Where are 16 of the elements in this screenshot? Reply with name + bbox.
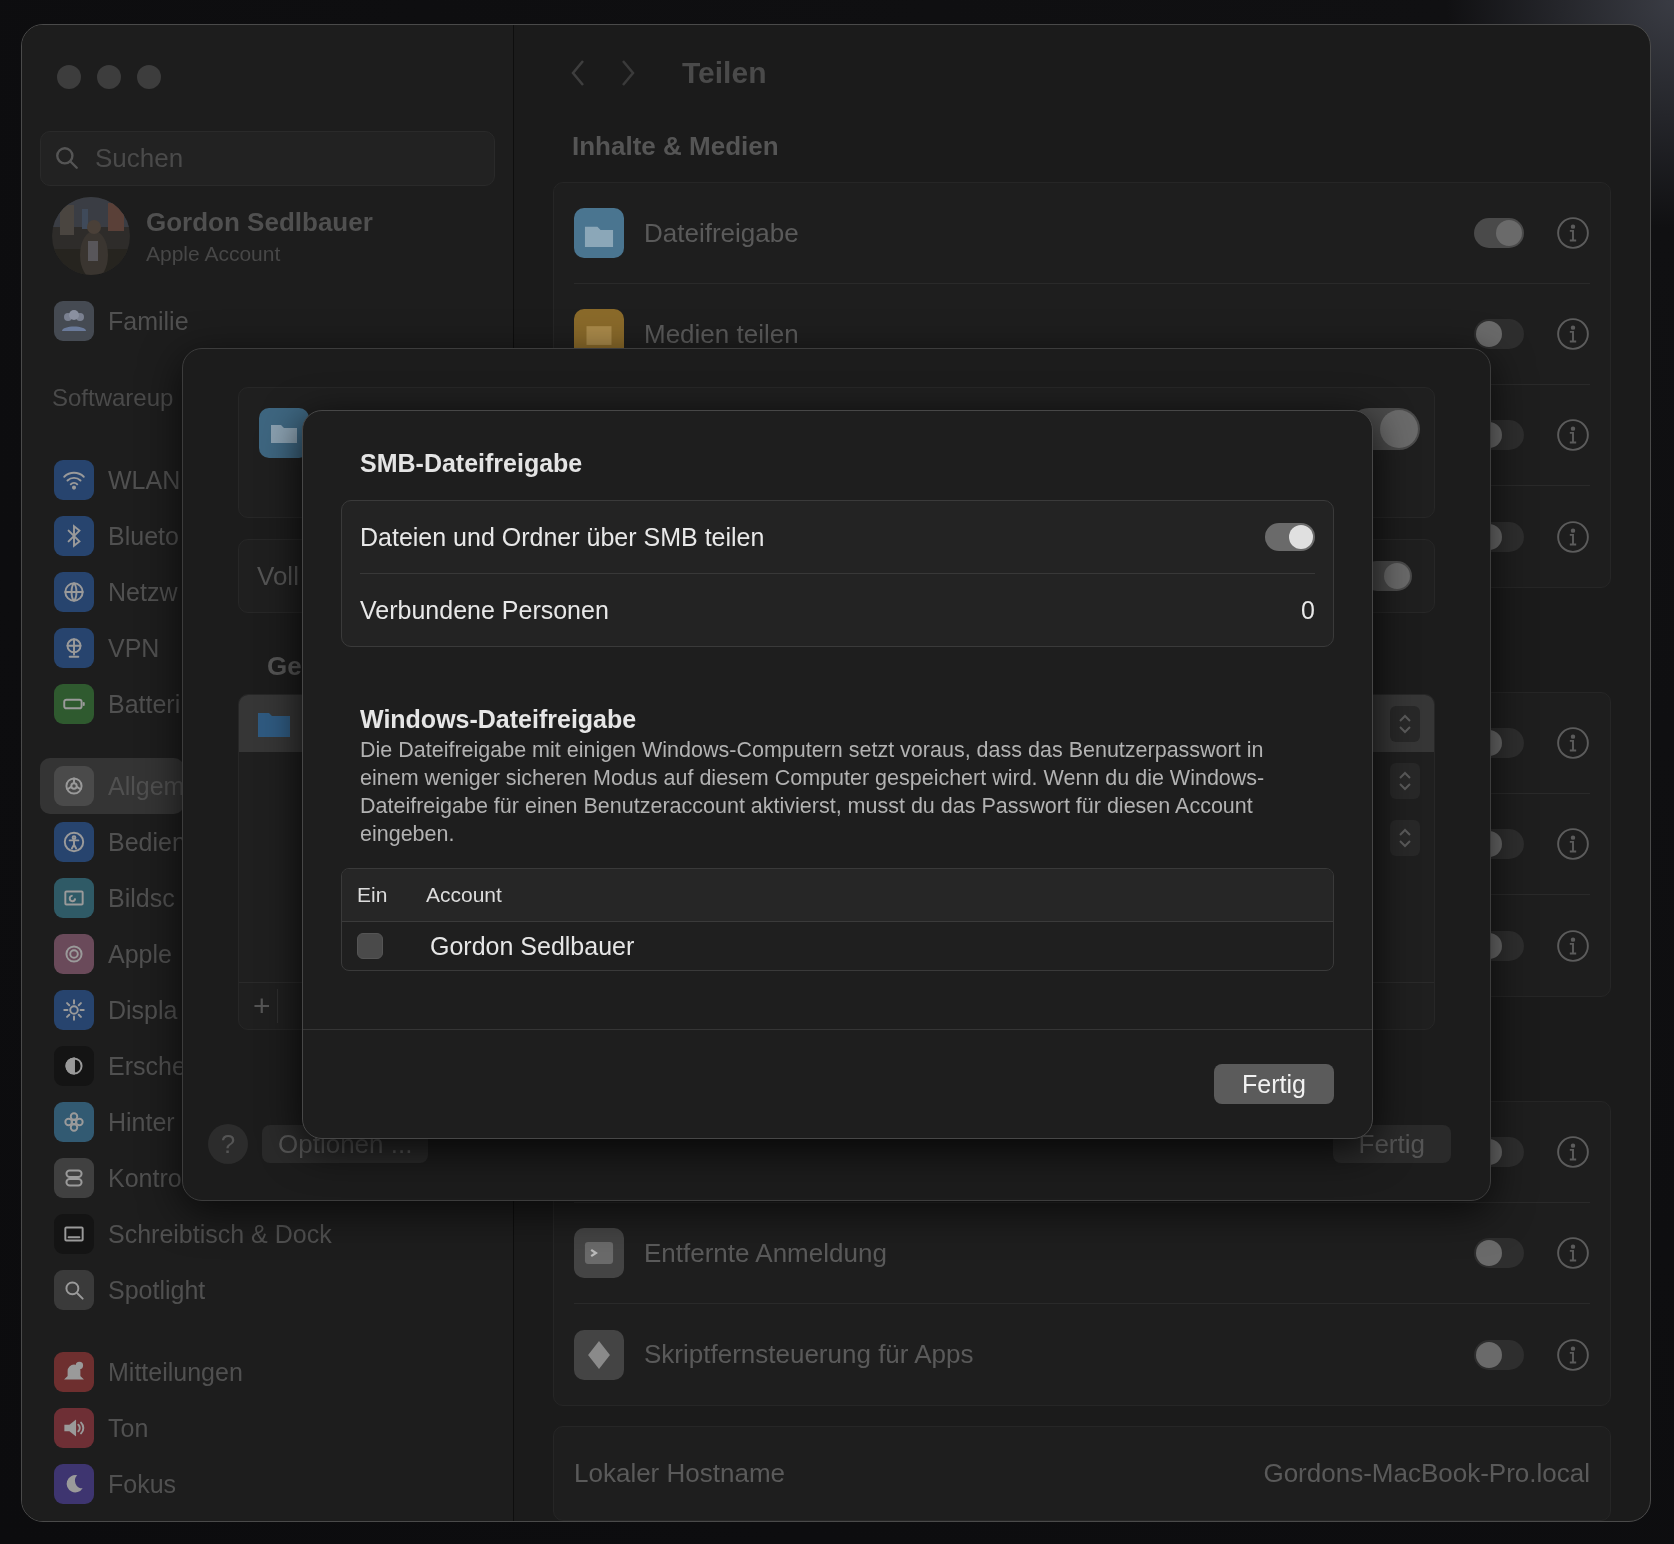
hostname-label: Lokaler Hostname	[574, 1458, 786, 1490]
row-label: Dateifreigabe	[644, 217, 800, 249]
dialog-title: SMB-Dateifreigabe	[359, 449, 584, 478]
column-header: Account	[426, 883, 502, 907]
hostname-value: Gordons-MacBook-Pro.local	[1263, 1458, 1590, 1490]
column-header: Ein	[356, 883, 389, 907]
row-label: Verbundene Personen	[360, 595, 609, 625]
row-value: 0	[1301, 595, 1315, 625]
description-text: Die Dateifreigabe mit einigen Windows-Computern setzt voraus, dass das Benutzerpasswort in einem weniger sicheren Modus auf diesem Computer gespeichert wird. Wenn du die Windows-Dateifreigabe für einen Benutzeraccount aktivierst, musst du das Passwort für diesen Account eingeben.	[359, 737, 1266, 848]
section-title: Windows-Dateifreigabe	[359, 705, 638, 734]
row-label: Dateien und Ordner über SMB teilen	[360, 522, 765, 552]
table-cell-text: Gordon Sedlbauer	[429, 931, 635, 961]
row-label: Skriptfernsteuerung für Apps	[644, 1339, 975, 1371]
row-label: Medien teilen	[644, 318, 800, 350]
row-label: Entfernte Anmeldung	[644, 1237, 888, 1269]
section-header: Inhalte & Medien	[571, 130, 780, 164]
